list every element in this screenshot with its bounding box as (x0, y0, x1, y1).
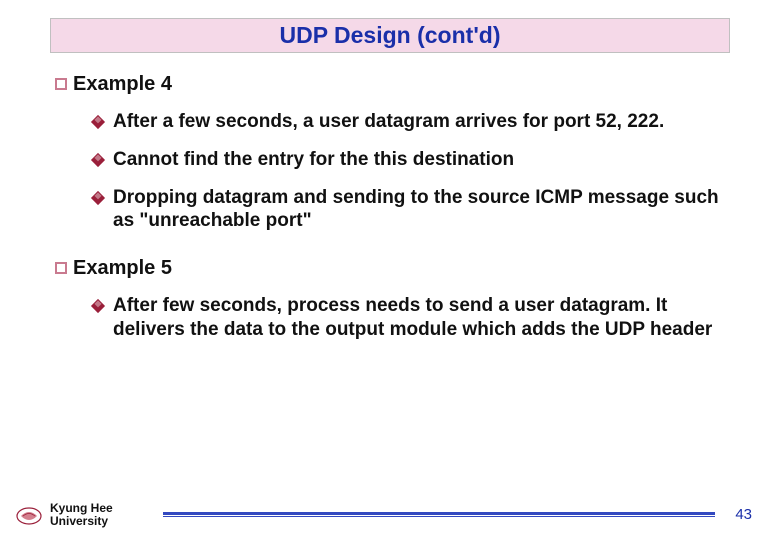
university-logo-icon (14, 504, 44, 526)
square-bullet-icon (55, 262, 67, 274)
slide: UDP Design (cont'd) Example 4 After a fe… (0, 0, 780, 540)
page-number: 43 (735, 506, 752, 523)
divider-line-icon (163, 512, 716, 517)
bullet-text: Cannot find the entry for the this desti… (113, 148, 514, 172)
list-item: Cannot find the entry for the this desti… (93, 148, 725, 172)
diamond-bullet-icon (91, 115, 105, 129)
list-item: After few seconds, process needs to send… (93, 294, 725, 342)
bullet-text: After few seconds, process needs to send… (113, 294, 725, 342)
diamond-bullet-icon (91, 299, 105, 313)
section-heading: Example 5 (55, 257, 725, 280)
title-bar: UDP Design (cont'd) (50, 18, 730, 53)
diamond-bullet-icon (91, 153, 105, 167)
bullet-text: After a few seconds, a user datagram arr… (113, 110, 664, 134)
bullet-list: After a few seconds, a user datagram arr… (93, 110, 725, 233)
university-name: Kyung Hee University (50, 502, 113, 528)
diamond-bullet-icon (91, 190, 105, 204)
section-title: Example 5 (73, 257, 172, 280)
slide-title: UDP Design (cont'd) (280, 22, 501, 48)
section-heading: Example 4 (55, 73, 725, 96)
footer-divider (163, 512, 716, 517)
list-item: After a few seconds, a user datagram arr… (93, 110, 725, 134)
footer: Kyung Hee University 43 (0, 502, 780, 528)
bullet-list: After few seconds, process needs to send… (93, 294, 725, 342)
list-item: Dropping datagram and sending to the sou… (93, 186, 725, 234)
section-title: Example 4 (73, 73, 172, 96)
bullet-text: Dropping datagram and sending to the sou… (113, 186, 725, 234)
content-area: Example 4 After a few seconds, a user da… (55, 73, 725, 342)
square-bullet-icon (55, 78, 67, 90)
